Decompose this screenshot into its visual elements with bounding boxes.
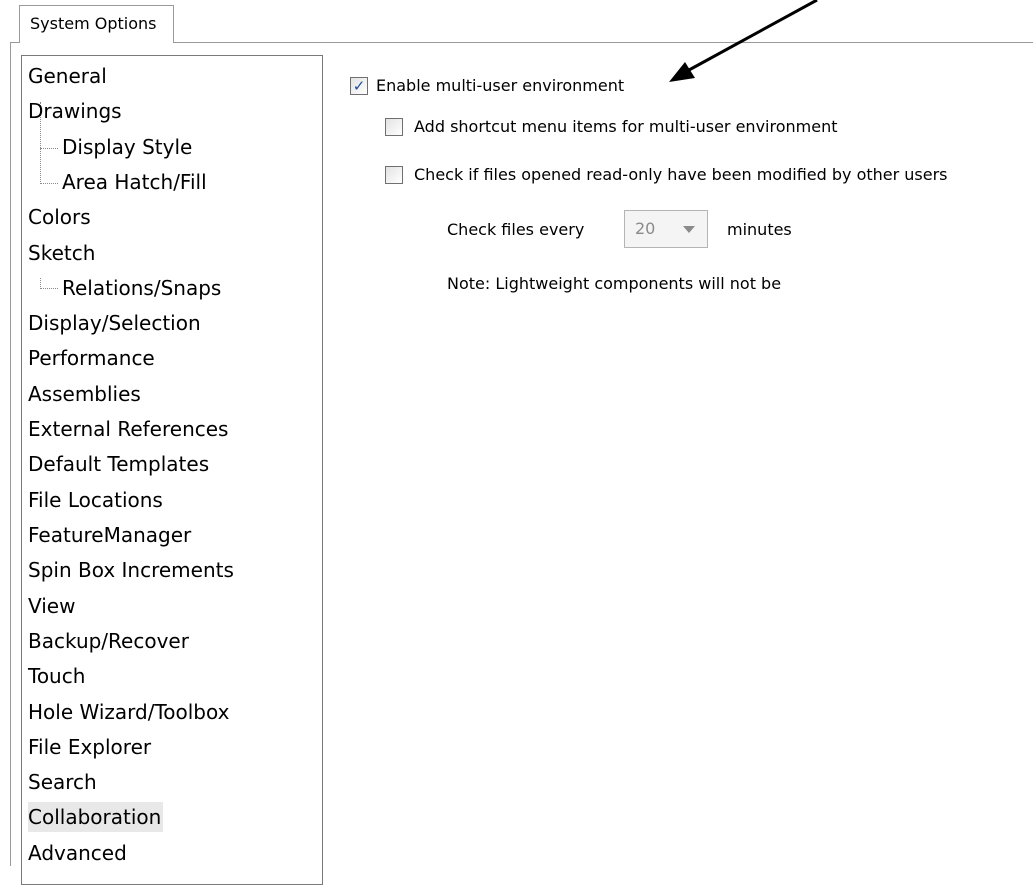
tree-item-touch[interactable]: Touch [28,661,85,691]
tree-item-file-locations[interactable]: File Locations [28,485,163,515]
tree-item-area-hatch-fill[interactable]: Area Hatch/Fill [62,167,207,197]
check-read-only-label[interactable]: Check if files opened read-only have bee… [414,165,948,185]
tree-item-backup-recover[interactable]: Backup/Recover [28,626,189,656]
tree-item-colors[interactable]: Colors [28,202,91,232]
dialog-frame-top-left [10,42,19,43]
tree-item-drawings[interactable]: Drawings [28,96,122,126]
tree-item-display-selection[interactable]: Display/Selection [28,308,201,338]
tab-strip-line [174,42,1033,43]
add-shortcut-menu-checkbox[interactable] [385,118,403,136]
check-mark-icon: ✓ [352,77,366,95]
tree-item-featuremanager[interactable]: FeatureManager [28,520,191,550]
tree-guide-line [40,183,58,184]
tree-item-general[interactable]: General [28,61,107,91]
note-text: Note: Lightweight components will not be [447,274,782,293]
tree-guide-line [40,288,58,289]
enable-multi-user-checkbox[interactable]: ✓ [350,77,368,95]
tree-item-file-explorer[interactable]: File Explorer [28,732,151,762]
dialog-frame-left [10,42,11,866]
tree-item-assemblies[interactable]: Assemblies [28,379,141,409]
check-read-only-checkbox[interactable] [385,166,403,184]
minutes-label: minutes [727,220,792,239]
tab-system-options[interactable]: System Options [19,5,174,43]
tree-item-hole-wizard-toolbox[interactable]: Hole Wizard/Toolbox [28,697,229,727]
tree-item-external-references[interactable]: External References [28,414,228,444]
check-interval-dropdown[interactable]: 20 [624,210,708,248]
tree-guide-line [40,148,58,149]
add-shortcut-menu-label[interactable]: Add shortcut menu items for multi-user e… [414,117,837,137]
tree-item-search[interactable]: Search [28,767,97,797]
tree-item-spin-box-increments[interactable]: Spin Box Increments [28,555,234,585]
enable-multi-user-label[interactable]: Enable multi-user environment [376,76,624,96]
tree-item-display-style[interactable]: Display Style [62,132,192,162]
tree-item-sketch[interactable]: Sketch [28,238,95,268]
chevron-down-icon [683,226,695,233]
tree-item-default-templates[interactable]: Default Templates [28,449,209,479]
check-files-every-label: Check files every [447,220,585,239]
tree-item-relations-snaps[interactable]: Relations/Snaps [62,273,221,303]
tree-item-collaboration[interactable]: Collaboration [28,802,164,832]
tree-item-advanced[interactable]: Advanced [28,838,127,868]
tree-item-view[interactable]: View [28,591,75,621]
tree-item-performance[interactable]: Performance [28,343,155,373]
note-container: Note: Lightweight components will not be [447,272,1007,300]
options-tree[interactable]: General Drawings Display Style Area Hatc… [21,55,323,885]
check-interval-value: 20 [635,219,656,238]
